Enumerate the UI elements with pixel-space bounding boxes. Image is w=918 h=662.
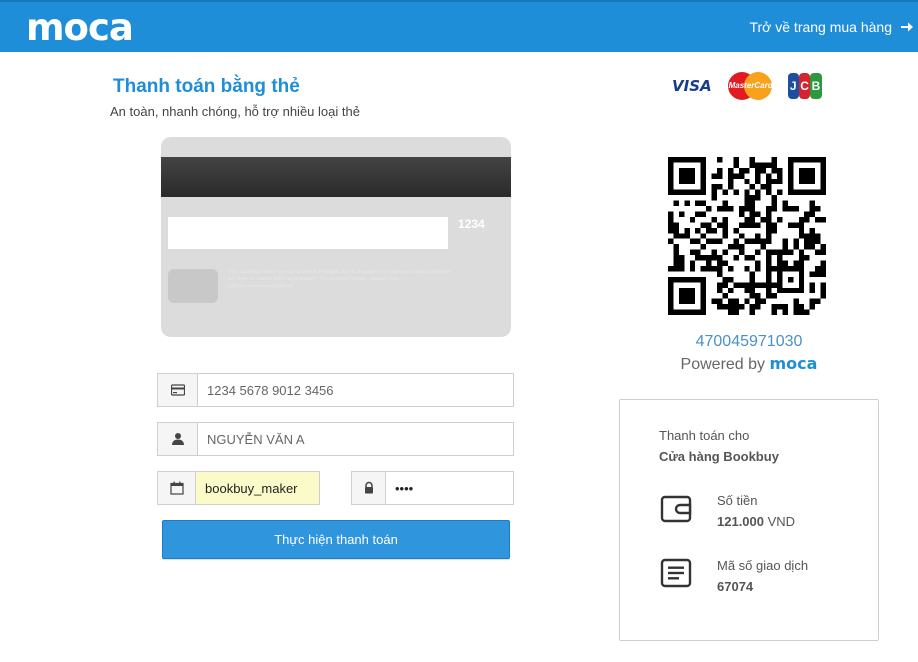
mastercard-logo: MasterCard bbox=[727, 72, 773, 100]
card-holder-field: NGUYỄN VĂN A bbox=[157, 422, 514, 456]
qr-code-number: 470045971030 bbox=[695, 333, 803, 350]
moca-logo[interactable]: moca bbox=[26, 6, 134, 49]
card-fine-print: This card has been issued by Moca PolBan… bbox=[228, 269, 451, 289]
transaction-id: 67074 bbox=[717, 579, 754, 594]
amount-label: Số tiền bbox=[717, 493, 758, 508]
order-summary: Thanh toán cho Cửa hàng Bookbuy Số tiền … bbox=[619, 399, 879, 641]
password-input[interactable]: •••• bbox=[386, 472, 513, 504]
card-number-input[interactable]: 1234 5678 9012 3456 bbox=[198, 374, 513, 406]
magnetic-stripe bbox=[161, 157, 511, 197]
qr-code-icon bbox=[668, 157, 826, 315]
submit-payment-button[interactable]: Thực hiện thanh toán bbox=[162, 520, 510, 559]
transaction-label: Mã số giao dịch bbox=[717, 558, 809, 573]
jcb-logo: J C B bbox=[787, 73, 822, 99]
card-holder-input[interactable]: NGUYỄN VĂN A bbox=[198, 423, 513, 455]
powered-by: Powered by moca bbox=[620, 354, 878, 374]
powered-by-prefix: Powered by bbox=[680, 356, 770, 373]
user-icon bbox=[171, 433, 184, 445]
currency: VND bbox=[767, 514, 796, 529]
card-chip bbox=[168, 269, 218, 303]
top-bar: moca Trở về trang mua hàng bbox=[0, 0, 918, 52]
page-title: Thanh toán bằng thẻ bbox=[113, 76, 300, 97]
credit-card-icon bbox=[170, 384, 185, 396]
visa-logo: VISA bbox=[672, 77, 712, 95]
calendar-icon bbox=[169, 481, 184, 495]
wallet-icon bbox=[660, 495, 692, 523]
card-cvv: 1234 bbox=[458, 217, 485, 231]
arrow-right-icon bbox=[901, 22, 913, 32]
receipt-icon bbox=[660, 558, 692, 588]
card-back-illustration: 1234 This card has been issued by Moca P… bbox=[161, 137, 511, 337]
accepted-cards: VISA MasterCard J C B bbox=[672, 72, 822, 100]
password-field: •••• bbox=[351, 471, 514, 505]
amount-value: 121.000 bbox=[717, 514, 764, 529]
merchant-name: Cửa hàng Bookbuy bbox=[659, 449, 779, 464]
lock-icon bbox=[364, 481, 373, 494]
signature-strip bbox=[168, 217, 448, 249]
pay-to-label: Thanh toán cho bbox=[659, 428, 750, 443]
expiry-input[interactable]: bookbuy_maker bbox=[196, 472, 319, 504]
mastercard-text: MasterCard bbox=[728, 81, 773, 90]
back-to-shop-link[interactable]: Trở về trang mua hàng bbox=[749, 19, 914, 35]
powered-by-brand: moca bbox=[769, 354, 818, 373]
page-subtitle: An toàn, nhanh chóng, hỗ trợ nhiều loại … bbox=[110, 104, 360, 119]
card-number-field: 1234 5678 9012 3456 bbox=[157, 373, 514, 407]
back-link-label: Trở về trang mua hàng bbox=[749, 19, 892, 35]
amount-value-row: 121.000 VND bbox=[717, 514, 795, 529]
expiry-field: bookbuy_maker bbox=[157, 471, 320, 505]
